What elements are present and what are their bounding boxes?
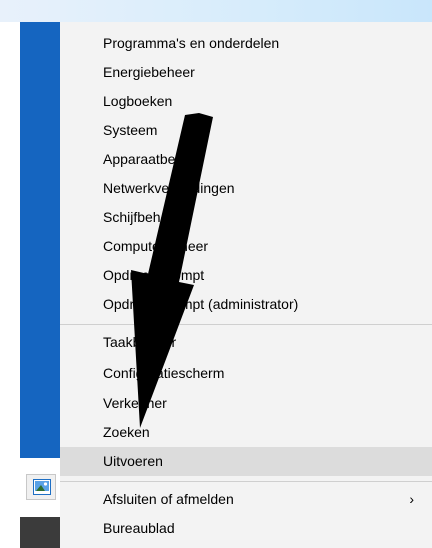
menu-item-label: Bureaublad bbox=[103, 520, 175, 536]
menu-item-label: Computerbeheer bbox=[103, 238, 209, 254]
left-edge bbox=[0, 22, 20, 548]
menu-item-label: Netwerkverbindingen bbox=[103, 180, 235, 196]
menu-item-search[interactable]: Zoeken bbox=[60, 418, 432, 447]
power-user-menu: Programma's en onderdelen Energiebeheer … bbox=[60, 22, 432, 548]
taskbar-dark-strip bbox=[20, 517, 60, 548]
menu-item-computer-management[interactable]: Computerbeheer bbox=[60, 232, 432, 261]
menu-item-label: Systeem bbox=[103, 122, 158, 138]
menu-item-command-prompt[interactable]: Opdrachtprompt bbox=[60, 261, 432, 290]
menu-item-task-manager[interactable]: Taakbeheer bbox=[60, 328, 432, 357]
menu-item-label: Logboeken bbox=[103, 93, 173, 109]
menu-item-system[interactable]: Systeem bbox=[60, 116, 432, 145]
menu-item-label: Opdrachtprompt bbox=[103, 267, 205, 283]
menu-item-command-prompt-admin[interactable]: Opdrachtprompt (administrator) bbox=[60, 290, 432, 319]
menu-item-disk-management[interactable]: Schijfbeheer bbox=[60, 203, 432, 232]
menu-item-power-options[interactable]: Energiebeheer bbox=[60, 58, 432, 87]
menu-item-event-viewer[interactable]: Logboeken bbox=[60, 87, 432, 116]
menu-item-label: Schijfbeheer bbox=[103, 209, 181, 225]
menu-item-label: Verkenner bbox=[103, 395, 167, 411]
taskbar-app-button[interactable] bbox=[26, 474, 56, 500]
menu-item-label: Energiebeheer bbox=[103, 64, 195, 80]
menu-item-desktop[interactable]: Bureaublad bbox=[60, 514, 432, 543]
menu-item-device-manager[interactable]: Apparaatbeheer bbox=[60, 145, 432, 174]
menu-item-control-panel[interactable]: Configuratiescherm bbox=[60, 359, 432, 388]
picture-icon bbox=[33, 479, 51, 495]
menu-item-label: Afsluiten of afmelden bbox=[103, 491, 234, 507]
menu-item-label: Uitvoeren bbox=[103, 453, 163, 469]
menu-item-label: Apparaatbeheer bbox=[103, 151, 204, 167]
menu-item-label: Configuratiescherm bbox=[103, 365, 225, 381]
menu-item-label: Taakbeheer bbox=[103, 334, 177, 350]
menu-item-network-connections[interactable]: Netwerkverbindingen bbox=[60, 174, 432, 203]
start-screen-edge bbox=[20, 22, 60, 458]
menu-separator bbox=[60, 481, 432, 482]
menu-panel: Programma's en onderdelen Energiebeheer … bbox=[60, 22, 432, 548]
desktop-background bbox=[0, 0, 432, 22]
menu-item-file-explorer[interactable]: Verkenner bbox=[60, 389, 432, 418]
menu-item-shutdown[interactable]: Afsluiten of afmelden › bbox=[60, 485, 432, 514]
menu-item-label: Programma's en onderdelen bbox=[103, 35, 280, 51]
menu-item-label: Zoeken bbox=[103, 424, 150, 440]
menu-item-label: Opdrachtprompt (administrator) bbox=[103, 296, 299, 312]
menu-item-run[interactable]: Uitvoeren bbox=[60, 447, 432, 476]
menu-separator bbox=[60, 324, 432, 325]
menu-item-programs[interactable]: Programma's en onderdelen bbox=[60, 29, 432, 58]
chevron-right-icon: › bbox=[409, 491, 414, 507]
